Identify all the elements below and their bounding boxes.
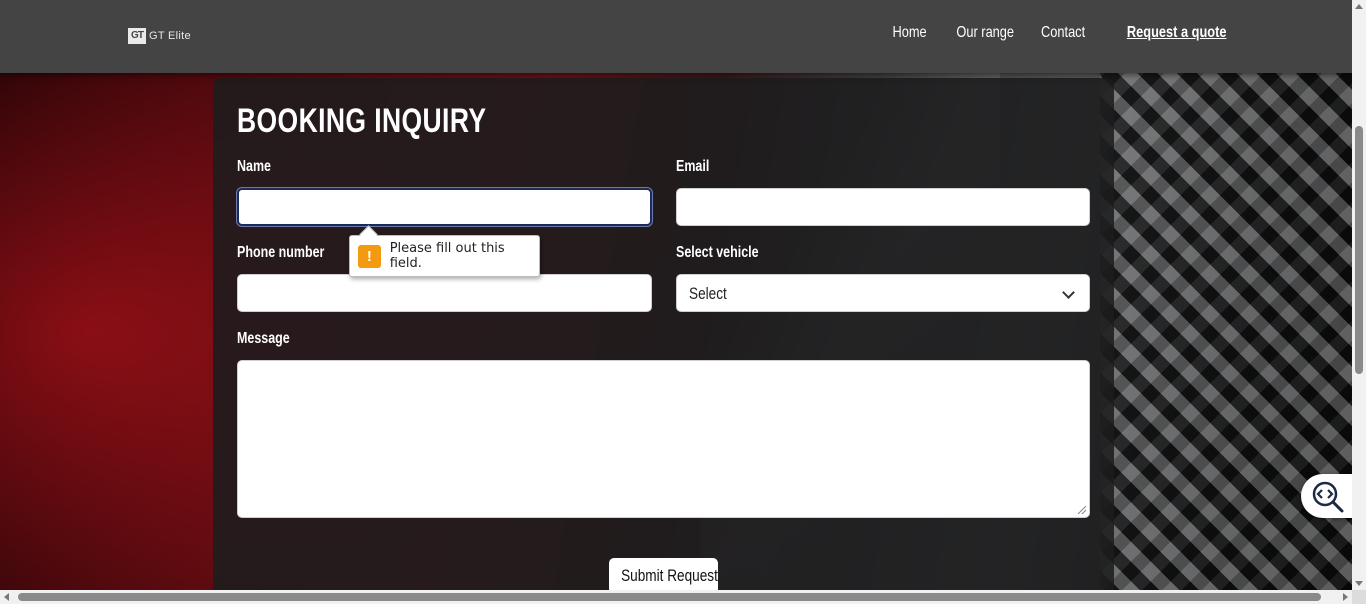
scroll-left-icon[interactable] [4, 593, 9, 601]
logo[interactable]: GT GT Elite [128, 27, 191, 44]
validation-message: Please fill out this field. [389, 241, 505, 271]
vehicle-label: Select vehicle [676, 244, 759, 261]
email-input[interactable] [676, 188, 1090, 226]
vertical-scrollbar[interactable] [1352, 0, 1366, 590]
submit-label: Submit Request [621, 566, 718, 585]
logo-text: GT Elite [149, 29, 191, 42]
nav-contact[interactable]: Contact [1041, 24, 1085, 42]
name-input[interactable] [236, 187, 653, 227]
message-textarea[interactable] [237, 360, 1090, 518]
booking-form-panel: BOOKING INQUIRY Name Email Phone number … [213, 78, 1114, 604]
nav-home[interactable]: Home [892, 24, 926, 42]
scroll-up-icon[interactable] [1355, 4, 1363, 9]
nav-request-quote[interactable]: Request a quote [1126, 24, 1226, 42]
nav-our-range[interactable]: Our range [957, 24, 1015, 42]
horizontal-scroll-thumb[interactable] [18, 593, 1321, 601]
vehicle-select-value: Select [689, 284, 727, 303]
code-search-widget[interactable] [1301, 474, 1355, 518]
scroll-right-icon[interactable] [1343, 593, 1348, 601]
submit-request-button[interactable]: Submit Request [609, 558, 718, 594]
resize-handle-icon[interactable] [1078, 506, 1086, 514]
validation-tooltip: ! Please fill out this field. [349, 235, 540, 277]
message-label: Message [237, 330, 290, 347]
chevron-down-icon [1062, 286, 1075, 299]
horizontal-scrollbar[interactable] [0, 590, 1352, 604]
vehicle-select[interactable]: Select [676, 274, 1090, 312]
warning-icon: ! [358, 244, 381, 268]
phone-label: Phone number [237, 244, 325, 261]
logo-mark: GT [128, 27, 146, 44]
scrollbar-corner [1352, 590, 1366, 604]
name-label: Name [237, 158, 271, 175]
scroll-down-icon[interactable] [1355, 581, 1363, 586]
email-label: Email [676, 158, 710, 175]
form-title: BOOKING INQUIRY [237, 102, 487, 140]
code-search-icon [1312, 481, 1344, 513]
phone-input[interactable] [237, 274, 652, 312]
main-nav: Home Our range Contact Request a quote [868, 24, 1226, 42]
site-header: GT GT Elite Home Our range Contact Reque… [0, 0, 1352, 73]
vertical-scroll-thumb[interactable] [1355, 126, 1363, 374]
